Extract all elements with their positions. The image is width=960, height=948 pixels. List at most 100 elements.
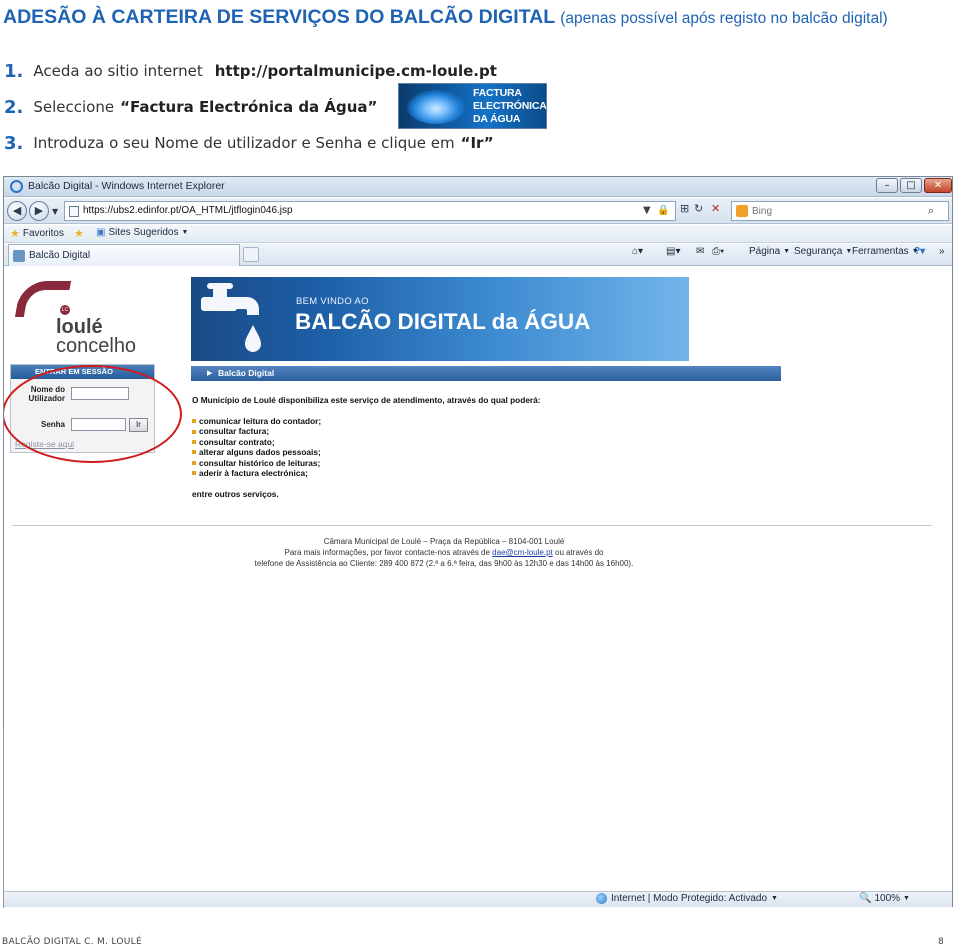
logo-subtitle: concelho [56,335,137,357]
password-field[interactable] [71,418,126,431]
logo-badge: LC [60,305,70,315]
zoom-control[interactable]: 🔍 100% ▼ [859,893,910,904]
portal-url: http://portalmunicipe.cm-loule.pt [214,62,497,80]
chevron-down-icon: ▼ [181,229,189,236]
zoom-icon: 🔍 [859,893,872,904]
factura-logo-text: FACTURA ELECTRÓNICA DA ÁGUA [473,87,547,125]
banner-title: BALCÃO DIGITAL da ÁGUA [295,309,591,334]
navigation-bar: ◀ ▶ ▼ https://ubs2.edinfor.pt/OA_HTML/jt… [4,198,952,224]
favorites-bar: ★ Favoritos ★ ▣ Sites Sugeridos ▼ [4,225,952,243]
list-item: consultar factura; [192,426,321,436]
favorites-label: Favoritos [22,228,64,239]
intro-text: O Município de Loulé disponibiliza este … [192,395,541,405]
globe-icon [596,893,607,904]
stop-icon[interactable]: ✕ [711,202,720,215]
print-icon[interactable]: ⎙▾ [712,246,724,257]
section-header: ▶ Balcão Digital [191,366,781,381]
search-box[interactable]: ⌕ [731,201,949,221]
bullet-icon [192,419,196,424]
bullet-icon [192,471,196,476]
register-link[interactable]: Registe-se aqui [15,439,74,449]
suggested-sites-label: Sites Sugeridos [108,227,179,238]
factura-electronica-logo: FACTURA ELECTRÓNICA DA ÁGUA [398,83,547,129]
login-header: ENTRAR EM SESSÃO [11,365,154,379]
history-dropdown-icon[interactable]: ▼ [52,207,58,216]
add-favorite-icon[interactable]: ★ [74,227,84,240]
bullet-icon [192,460,196,465]
security-zone[interactable]: Internet | Modo Protegido: Activado ▼ [596,893,778,904]
address-dropdown-icon[interactable]: ▼ [643,205,651,216]
window-title: Balcão Digital - Windows Internet Explor… [28,180,225,192]
password-label: Senha [40,420,65,429]
security-zone-label: Internet | Modo Protegido: Activado [611,893,768,904]
maximize-button[interactable]: □ [900,178,922,193]
login-box: ENTRAR EM SESSÃO Nome do Utilizador Senh… [10,364,155,453]
status-bar: Internet | Modo Protegido: Activado ▼ 🔍 … [4,891,952,907]
tab-balcao-digital[interactable]: Balcão Digital [8,244,240,266]
bullet-icon [192,450,196,455]
username-label: Nome do Utilizador [28,385,65,403]
divider [3,728,4,908]
document-title-main: ADESÃO À CARTEIRA DE SERVIÇOS DO BALCÃO … [3,6,556,28]
list-item: consultar contrato; [192,437,321,447]
favorites-button[interactable]: ★ Favoritos [10,227,64,240]
close-button[interactable]: ✕ [924,178,952,193]
lock-icon[interactable]: 🔒 [657,205,669,216]
step-text: Introduza o seu Nome de utilizador e Sen… [33,134,455,152]
list-item: alterar alguns dados pessoais; [192,447,321,457]
title-bar: Balcão Digital - Windows Internet Explor… [4,177,952,197]
zoom-level: 100% [874,893,901,904]
security-menu-label: Segurança [794,246,843,257]
arrow-right-icon: ▶ [207,369,213,377]
welcome-banner: BEM VINDO AO BALCÃO DIGITAL da ÁGUA [191,277,689,361]
tools-menu[interactable]: Ferramentas ▼ [852,246,919,257]
new-tab-button[interactable] [243,247,259,262]
step-3: 3. Introduza o seu Nome de utilizador e … [4,130,494,156]
banner-welcome: BEM VINDO AO [296,296,369,307]
step-1: 1. Aceda ao sitio internet http://portal… [4,58,497,84]
chevron-down-icon: ▼ [771,895,778,902]
services-list: comunicar leitura do contador; consultar… [192,416,321,478]
minimize-button[interactable]: – [876,178,898,193]
contact-info: Câmara Municipal de Loulé – Praça da Rep… [224,536,664,569]
feeds-icon[interactable]: ▤▾ [666,246,680,257]
step-text: Seleccione [33,98,115,116]
page-icon [69,206,79,217]
step-text: Aceda ao sitio internet [33,62,203,80]
chevron-right-icon[interactable]: » [939,246,945,257]
suggested-sites-button[interactable]: ▣ Sites Sugeridos ▼ [96,227,188,238]
search-icon[interactable]: ⌕ [928,204,934,218]
help-icon[interactable]: ?▾ [914,246,925,257]
address-bar[interactable]: https://ubs2.edinfor.pt/OA_HTML/jtflogin… [64,201,676,221]
page-number: 8 [938,937,944,947]
compatibility-icon[interactable]: ⊞ [680,202,689,215]
security-menu[interactable]: Segurança ▼ [794,246,852,257]
step-2: 2. Seleccione “Factura Electrónica da Ág… [4,94,377,120]
forward-button[interactable]: ▶ [29,201,49,221]
water-drop-icon [407,90,465,124]
email-link[interactable]: dae@cm-loule.pt [492,548,553,557]
search-input[interactable] [752,204,922,218]
home-icon[interactable]: ⌂▾ [632,246,643,257]
page-menu-label: Página [749,246,781,257]
logo-name: loulé [56,316,103,338]
browser-window: Balcão Digital - Windows Internet Explor… [3,176,953,907]
phone-line: telefone de Assistência ao Cliente: 289 … [254,559,634,568]
step-option: “Ir” [460,134,494,152]
page-menu[interactable]: Página ▼ [749,246,790,257]
document-title-subtitle: (apenas possível após registo no balcão … [560,10,888,27]
step-number: 2. [4,96,24,118]
chevron-down-icon: ▼ [903,895,910,902]
contact-line: Para mais informações, por favor contact… [284,548,604,557]
bullet-icon [192,429,196,434]
tools-menu-label: Ferramentas [852,246,909,257]
read-mail-icon[interactable]: ✉ [696,246,704,257]
loule-logo: LC loulé concelho [14,281,164,361]
username-field[interactable] [71,387,129,400]
document-title: ADESÃO À CARTEIRA DE SERVIÇOS DO BALCÃO … [3,6,960,29]
ie-icon [10,180,23,193]
go-button[interactable]: Ir [129,418,148,432]
list-item: aderir à factura electrónica; [192,468,321,478]
back-button[interactable]: ◀ [7,201,27,221]
refresh-icon[interactable]: ↻ [694,202,703,215]
